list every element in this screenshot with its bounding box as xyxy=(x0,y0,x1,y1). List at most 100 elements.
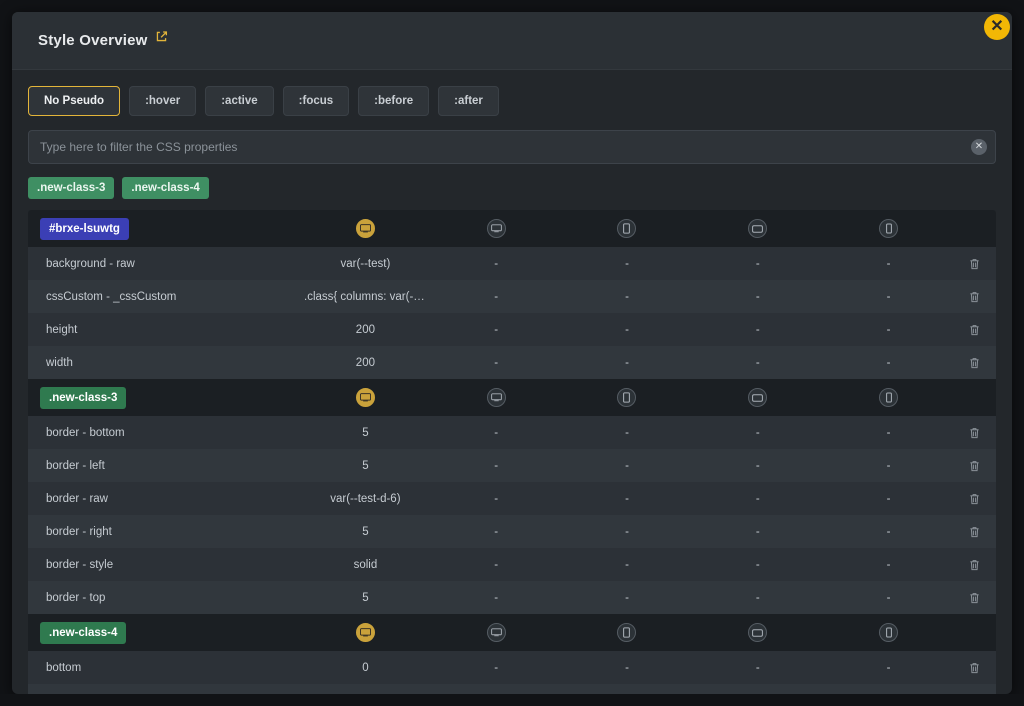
delete-property-cell[interactable] xyxy=(954,357,996,369)
property-value: .class{ columns: var(--bri xyxy=(300,291,431,303)
property-name: border - raw xyxy=(40,493,300,505)
property-value-empty: - xyxy=(692,460,823,472)
pseudo-btn-before[interactable]: :before xyxy=(358,86,429,116)
property-value-empty: - xyxy=(562,324,693,336)
property-value-empty: - xyxy=(431,357,562,369)
property-value-empty: - xyxy=(431,526,562,538)
table-row: background - rawvar(--test)---- xyxy=(28,247,996,280)
breakpoint-cell xyxy=(431,388,562,407)
property-value-empty: - xyxy=(562,258,693,270)
selector-badge[interactable]: #brxe-lsuwtg xyxy=(40,218,129,240)
breakpoint-cell xyxy=(562,388,693,407)
mobile-portrait-icon[interactable] xyxy=(879,388,898,407)
mobile-portrait-icon[interactable] xyxy=(879,219,898,238)
table-row: border - bottom5---- xyxy=(28,416,996,449)
tablet-portrait-icon[interactable] xyxy=(617,219,636,238)
app-root: Style Overview No Pseudo :hover :active … xyxy=(0,0,1024,706)
property-value-empty: - xyxy=(562,493,693,505)
delete-property-cell[interactable] xyxy=(954,559,996,571)
trash-icon[interactable] xyxy=(969,291,980,303)
breakpoint-cell xyxy=(562,219,693,238)
property-value-empty: - xyxy=(431,493,562,505)
style-table: #brxe-lsuwtg background - rawvar(--test)-… xyxy=(28,210,996,694)
delete-property-cell[interactable] xyxy=(954,493,996,505)
trash-icon[interactable] xyxy=(969,357,980,369)
delete-property-cell[interactable] xyxy=(954,324,996,336)
breakpoint-cell xyxy=(431,219,562,238)
selector-badge[interactable]: .new-class-3 xyxy=(40,387,126,409)
tablet-portrait-icon[interactable] xyxy=(617,388,636,407)
pseudo-btn-hover[interactable]: :hover xyxy=(129,86,196,116)
tablet-portrait-icon[interactable] xyxy=(617,623,636,642)
property-name: border - bottom xyxy=(40,427,300,439)
mobile-landscape-icon[interactable] xyxy=(748,388,767,407)
trash-icon[interactable] xyxy=(969,258,980,270)
breakpoint-cell xyxy=(823,388,954,407)
selector-label-cell: .new-class-4 xyxy=(40,622,300,644)
selector-label-cell: #brxe-lsuwtg xyxy=(40,218,300,240)
property-value-empty: - xyxy=(431,324,562,336)
viewport-bottom-strip xyxy=(0,694,1024,706)
mobile-landscape-icon[interactable] xyxy=(748,623,767,642)
chip-new-class-3[interactable]: .new-class-3 xyxy=(28,177,114,199)
desktop-icon[interactable] xyxy=(487,623,506,642)
trash-icon[interactable] xyxy=(969,427,980,439)
property-value-empty: - xyxy=(823,291,954,303)
breakpoint-cell xyxy=(692,623,823,642)
modal-body: No Pseudo :hover :active :focus :before … xyxy=(12,70,1012,694)
desktop-icon[interactable] xyxy=(487,388,506,407)
delete-property-cell[interactable] xyxy=(954,526,996,538)
trash-icon[interactable] xyxy=(969,662,980,674)
desktop-large-icon[interactable] xyxy=(356,388,375,407)
property-value-empty: - xyxy=(562,291,693,303)
css-property-filter-input[interactable] xyxy=(28,130,996,164)
trash-icon[interactable] xyxy=(969,559,980,571)
property-value-empty: - xyxy=(431,291,562,303)
delete-property-cell[interactable] xyxy=(954,592,996,604)
property-value: 200 xyxy=(300,357,431,369)
property-name: bottom xyxy=(40,662,300,674)
close-button[interactable]: ✕ xyxy=(984,14,1010,40)
property-value-empty: - xyxy=(431,258,562,270)
trash-icon[interactable] xyxy=(969,592,980,604)
desktop-large-icon[interactable] xyxy=(356,623,375,642)
property-value: 5 xyxy=(300,427,431,439)
desktop-icon[interactable] xyxy=(487,219,506,238)
property-value: 0 xyxy=(300,662,431,674)
property-value-empty: - xyxy=(823,460,954,472)
selector-badge[interactable]: .new-class-4 xyxy=(40,622,126,644)
delete-property-cell[interactable] xyxy=(954,662,996,674)
delete-property-cell[interactable] xyxy=(954,460,996,472)
delete-property-cell[interactable] xyxy=(954,427,996,439)
property-value-empty: - xyxy=(431,427,562,439)
external-link-icon[interactable] xyxy=(155,30,168,43)
property-value-empty: - xyxy=(823,258,954,270)
property-value-empty: - xyxy=(692,559,823,571)
desktop-large-icon[interactable] xyxy=(356,219,375,238)
trash-icon[interactable] xyxy=(969,493,980,505)
delete-property-cell[interactable] xyxy=(954,258,996,270)
property-value-empty: - xyxy=(562,357,693,369)
delete-property-cell[interactable] xyxy=(954,291,996,303)
table-row: height200---- xyxy=(28,313,996,346)
mobile-landscape-icon[interactable] xyxy=(748,219,767,238)
modal-header: Style Overview xyxy=(12,12,1012,70)
property-value: solid xyxy=(300,559,431,571)
table-row: border - right5---- xyxy=(28,515,996,548)
pseudo-state-toolbar: No Pseudo :hover :active :focus :before … xyxy=(28,86,996,116)
breakpoint-cell xyxy=(431,623,562,642)
breakpoint-cell xyxy=(300,388,431,407)
trash-icon[interactable] xyxy=(969,526,980,538)
mobile-portrait-icon[interactable] xyxy=(879,623,898,642)
pseudo-btn-focus[interactable]: :focus xyxy=(283,86,350,116)
clear-filter-icon[interactable]: ✕ xyxy=(971,139,987,155)
trash-icon[interactable] xyxy=(969,324,980,336)
trash-icon[interactable] xyxy=(969,460,980,472)
pseudo-btn-no-pseudo[interactable]: No Pseudo xyxy=(28,86,120,116)
chip-new-class-4[interactable]: .new-class-4 xyxy=(122,177,208,199)
property-value-empty: - xyxy=(562,592,693,604)
table-row: height0---- xyxy=(28,684,996,694)
pseudo-btn-active[interactable]: :active xyxy=(205,86,273,116)
pseudo-btn-after[interactable]: :after xyxy=(438,86,499,116)
property-value: 200 xyxy=(300,324,431,336)
